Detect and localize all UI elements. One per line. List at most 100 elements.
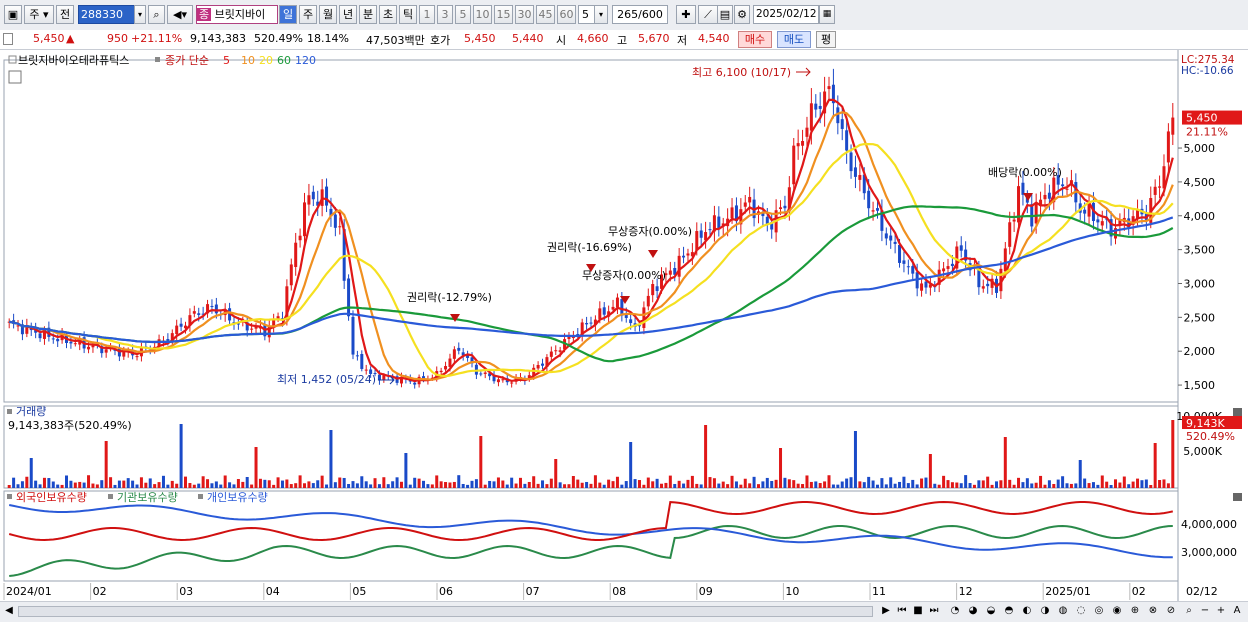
candle-body xyxy=(867,190,871,209)
volume-bar xyxy=(911,479,915,488)
tab-period-5[interactable]: 초 xyxy=(379,5,397,24)
tab-interval-4[interactable]: 15 xyxy=(494,5,513,24)
bid-price: 5,440 xyxy=(512,32,544,45)
volume-bar xyxy=(382,477,386,488)
tool-icon-5[interactable]: ◐ xyxy=(1020,604,1034,618)
tab-period-2[interactable]: 월 xyxy=(319,5,337,24)
tool-icon-4[interactable]: ◓ xyxy=(1002,604,1016,618)
current-price: 5,450 xyxy=(33,32,65,45)
candle-body xyxy=(959,245,963,251)
volume-bar xyxy=(920,478,924,488)
code-dropdown-icon[interactable]: ▾ xyxy=(134,5,146,24)
draw-tool-icon[interactable]: ⟋ xyxy=(698,5,718,24)
tool-icon-1[interactable]: ◔ xyxy=(948,604,962,618)
checkbox-icon[interactable] xyxy=(3,33,13,45)
candle-body xyxy=(598,308,602,319)
mode-select[interactable]: 주 ▾ xyxy=(24,5,54,24)
chart-area[interactable]: 5,000 4,500 4,000 3,500 3,000 2,500 2,000 1,500… xyxy=(0,50,1248,602)
tab-period-4[interactable]: 분 xyxy=(359,5,377,24)
zoom-out-icon[interactable]: − xyxy=(1198,604,1212,618)
fast-forward-icon[interactable]: ⏭ xyxy=(927,604,941,618)
zoom-in-icon[interactable]: + xyxy=(1214,604,1228,618)
tool-icon-8[interactable]: ◌ xyxy=(1074,604,1088,618)
candle-body xyxy=(946,266,950,269)
tool-icon-11[interactable]: ⊕ xyxy=(1128,604,1142,618)
candle-body xyxy=(981,286,985,289)
volume-last-pct: 520.49% xyxy=(1186,430,1235,443)
tool-icon-3[interactable]: ◒ xyxy=(984,604,998,618)
tab-period-6[interactable]: 틱 xyxy=(399,5,417,24)
stock-name-field[interactable]: 종 브릿지바이 xyxy=(196,5,278,24)
volume-bar xyxy=(1171,420,1175,488)
gear-icon[interactable]: ⚙ xyxy=(734,5,750,24)
candle-body xyxy=(1012,219,1016,222)
volume-bar xyxy=(1158,480,1162,488)
candle-body xyxy=(920,283,924,291)
candle-body xyxy=(849,152,853,172)
sell-button[interactable]: 매도 xyxy=(777,31,811,48)
date-field[interactable]: 2025/02/12 xyxy=(753,5,819,24)
tab-period-3[interactable]: 년 xyxy=(339,5,357,24)
volume-bar xyxy=(858,481,862,488)
volume-bar xyxy=(56,484,60,488)
tool-icon-12[interactable]: ⊗ xyxy=(1146,604,1160,618)
volume-bar xyxy=(743,478,747,488)
prev-button[interactable]: 전 xyxy=(56,5,74,24)
scroll-left-icon[interactable]: ◀ xyxy=(2,604,16,618)
scrollbar-track[interactable] xyxy=(18,606,873,617)
candle-body xyxy=(730,207,734,219)
candle-body xyxy=(695,231,699,251)
annotation-dividend: 배당락(0.00%) xyxy=(988,166,1062,179)
stop-icon[interactable]: ■ xyxy=(911,604,925,618)
candle-body xyxy=(179,323,183,327)
tab-interval-3[interactable]: 10 xyxy=(473,5,492,24)
avg-button[interactable]: 평 xyxy=(816,31,836,48)
volume-bar xyxy=(809,481,813,488)
volume-bar xyxy=(827,475,831,488)
tab-period-0[interactable]: 일 xyxy=(279,5,297,24)
candle-body xyxy=(818,105,822,109)
candle-body xyxy=(16,325,20,327)
stock-chart[interactable]: 5,000 4,500 4,000 3,500 3,000 2,500 2,000 1,500… xyxy=(0,50,1248,602)
tab-interval-1[interactable]: 3 xyxy=(437,5,453,24)
tab-interval-7[interactable]: 60 xyxy=(557,5,576,24)
tool-icon-9[interactable]: ◎ xyxy=(1092,604,1106,618)
tool-icon-7[interactable]: ◍ xyxy=(1056,604,1070,618)
speaker-icon[interactable]: ◀▾ xyxy=(167,5,193,24)
tab-interval-6[interactable]: 45 xyxy=(536,5,555,24)
tab-interval-5[interactable]: 30 xyxy=(515,5,534,24)
interval-dropdown-icon[interactable]: ▾ xyxy=(594,5,608,24)
tool-icon-6[interactable]: ◑ xyxy=(1038,604,1052,618)
tool-icon-10[interactable]: ◉ xyxy=(1110,604,1124,618)
calendar-icon[interactable]: ▦ xyxy=(819,5,835,24)
scroll-right-icon[interactable]: ▶ xyxy=(879,604,893,618)
fast-backward-icon[interactable]: ⏮ xyxy=(895,604,909,618)
tab-interval-0[interactable]: 1 xyxy=(419,5,435,24)
zoom-icon[interactable]: ⌕ xyxy=(1182,604,1196,618)
candle-body xyxy=(1034,203,1038,224)
volume-bar xyxy=(1021,482,1025,488)
buy-button[interactable]: 매수 xyxy=(738,31,772,48)
tab-interval-2[interactable]: 5 xyxy=(455,5,471,24)
volume-bar xyxy=(708,477,712,488)
volume-bar xyxy=(889,477,893,488)
volume-bar xyxy=(589,483,593,488)
search-icon[interactable]: ⌕ xyxy=(148,5,165,24)
candle-body xyxy=(902,260,906,264)
layout-icon[interactable]: ▣ xyxy=(4,5,22,24)
tool-icon-2[interactable]: ◕ xyxy=(966,604,980,618)
volume-bar xyxy=(1003,437,1007,488)
candle-body xyxy=(809,103,813,131)
crosshair-icon[interactable]: ✚ xyxy=(676,5,696,24)
text-size-icon[interactable]: A xyxy=(1230,604,1244,618)
save-icon[interactable]: ▤ xyxy=(717,5,733,24)
candle-body xyxy=(360,354,364,369)
volume-bar xyxy=(408,484,412,488)
legend-ma-60: 60 xyxy=(277,54,291,67)
tab-period-1[interactable]: 주 xyxy=(299,5,317,24)
volume-bar xyxy=(298,475,302,488)
tool-icon-13[interactable]: ⊘ xyxy=(1164,604,1178,618)
count-field[interactable]: 265/600 xyxy=(612,5,668,24)
candle-body xyxy=(1158,186,1162,188)
candle-body xyxy=(646,295,650,307)
